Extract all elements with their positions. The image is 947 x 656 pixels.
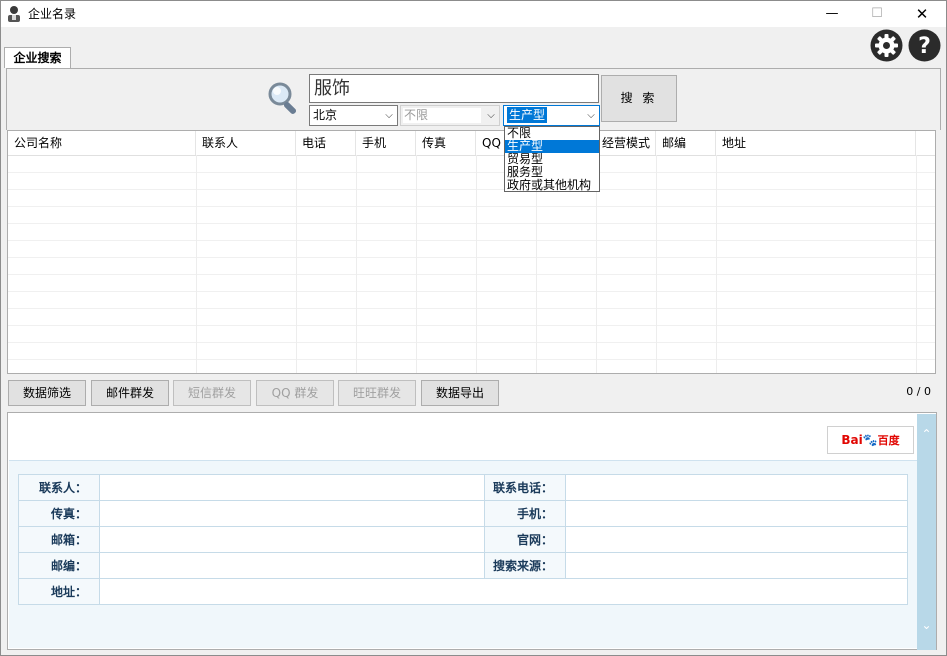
chevron-up-icon[interactable]: ⌃ [917, 427, 936, 441]
mass-wangwang-button[interactable]: 旺旺群发 [338, 380, 416, 406]
grid-line [916, 155, 917, 373]
svg-text:?: ? [918, 34, 931, 59]
grid-line [8, 257, 935, 258]
grid-line [8, 342, 935, 343]
company-info-table: 联系人： 联系电话： 传真： 手机： 邮箱： 官网： 邮编： 搜索来源： 地址： [18, 474, 908, 605]
contact-label: 联系人： [18, 474, 100, 501]
column-header[interactable]: 地址 [716, 131, 916, 155]
baidu-logo-cn: 百度 [877, 434, 900, 447]
grid-line [8, 155, 935, 156]
mass-qq-button[interactable]: QQ 群发 [256, 380, 334, 406]
grid-line [196, 155, 197, 373]
chevron-down-icon: ⌵ [385, 110, 393, 121]
data-export-button[interactable]: 数据导出 [421, 380, 499, 406]
column-header[interactable]: 邮编 [656, 131, 716, 155]
business-type-value: 生产型 [507, 107, 548, 123]
mobile-value[interactable] [565, 500, 908, 527]
maximize-button[interactable]: ☐ [854, 1, 900, 27]
business-type-dropdown[interactable]: 不限 生产型 贸易型 服务型 政府或其他机构 [504, 126, 600, 192]
results-table[interactable]: 公司名称 联系人 电话 手机 传真 QQ 经营模式 邮编 地址 [7, 130, 936, 374]
app-person-icon [8, 6, 20, 22]
column-header[interactable]: 经营模式 [596, 131, 656, 155]
grid-line [8, 359, 935, 360]
grid-line [8, 206, 935, 207]
grid-line [356, 155, 357, 373]
postcode-label: 邮编： [18, 552, 100, 579]
email-label: 邮箱： [18, 526, 100, 553]
grid-line [8, 308, 935, 309]
grid-line [8, 189, 935, 190]
grid-line [416, 155, 417, 373]
fax-value[interactable] [99, 500, 485, 527]
business-type-select[interactable]: 生产型 ⌵ [503, 105, 600, 126]
app-window: 企业名录 — ☐ ✕ 企业搜索 ? 服饰 北京 ⌵ 不限 ⌵ 生产型 ⌵ 搜 索… [0, 0, 947, 656]
website-value[interactable] [565, 526, 908, 553]
dropdown-option[interactable]: 政府或其他机构 [505, 179, 599, 192]
baidu-search-button[interactable]: Bai🐾百度 [827, 426, 914, 454]
column-header[interactable]: 传真 [416, 131, 476, 155]
grid-line [296, 155, 297, 373]
column-header[interactable]: 电话 [296, 131, 356, 155]
column-header[interactable]: 联系人 [196, 131, 296, 155]
grid-line [8, 240, 935, 241]
data-filter-button[interactable]: 数据筛选 [8, 380, 86, 406]
baidu-paw-icon: 🐾 [862, 433, 878, 447]
title-bar: 企业名录 — ☐ ✕ [1, 1, 946, 27]
chevron-down-icon: ⌵ [487, 110, 495, 121]
chevron-down-icon[interactable]: ⌄ [917, 618, 936, 632]
city-select[interactable]: 北京 ⌵ [309, 105, 398, 126]
grid-line [8, 274, 935, 275]
city-select-value: 北京 [313, 108, 338, 122]
magnifier-icon [268, 82, 297, 115]
website-label: 官网： [484, 526, 566, 553]
grid-line [8, 172, 935, 173]
grid-line [8, 291, 935, 292]
column-header[interactable]: 公司名称 [8, 131, 196, 155]
grid-line [716, 155, 717, 373]
minimize-button[interactable]: — [809, 1, 855, 27]
mass-sms-button[interactable]: 短信群发 [173, 380, 251, 406]
column-header[interactable]: 手机 [356, 131, 416, 155]
close-button[interactable]: ✕ [899, 1, 945, 27]
district-select[interactable]: 不限 ⌵ [400, 105, 500, 126]
window-title: 企业名录 [28, 7, 77, 21]
keyword-input[interactable]: 服饰 [309, 74, 599, 103]
grid-line [476, 155, 477, 373]
source-value[interactable] [565, 552, 908, 579]
tab-enterprise-search[interactable]: 企业搜索 [4, 47, 71, 68]
grid-line [8, 223, 935, 224]
postcode-value[interactable] [99, 552, 485, 579]
fax-label: 传真： [18, 500, 100, 527]
detail-scrollbar[interactable] [917, 414, 936, 650]
grid-line [8, 325, 935, 326]
search-button[interactable]: 搜 索 [601, 75, 677, 122]
district-select-value: 不限 [404, 108, 429, 122]
baidu-logo-text: Bai [841, 433, 863, 447]
address-label: 地址： [18, 578, 100, 605]
source-label: 搜索来源： [484, 552, 566, 579]
chevron-down-icon: ⌵ [587, 110, 595, 121]
address-value[interactable] [99, 578, 908, 605]
contact-phone-label: 联系电话： [484, 474, 566, 501]
mobile-label: 手机： [484, 500, 566, 527]
mass-mail-button[interactable]: 邮件群发 [91, 380, 169, 406]
record-count: 0 / 0 [906, 385, 931, 398]
gear-icon[interactable] [870, 29, 903, 62]
contact-value[interactable] [99, 474, 485, 501]
help-icon[interactable]: ? [908, 29, 941, 62]
contact-phone-value[interactable] [565, 474, 908, 501]
grid-line [656, 155, 657, 373]
email-value[interactable] [99, 526, 485, 553]
